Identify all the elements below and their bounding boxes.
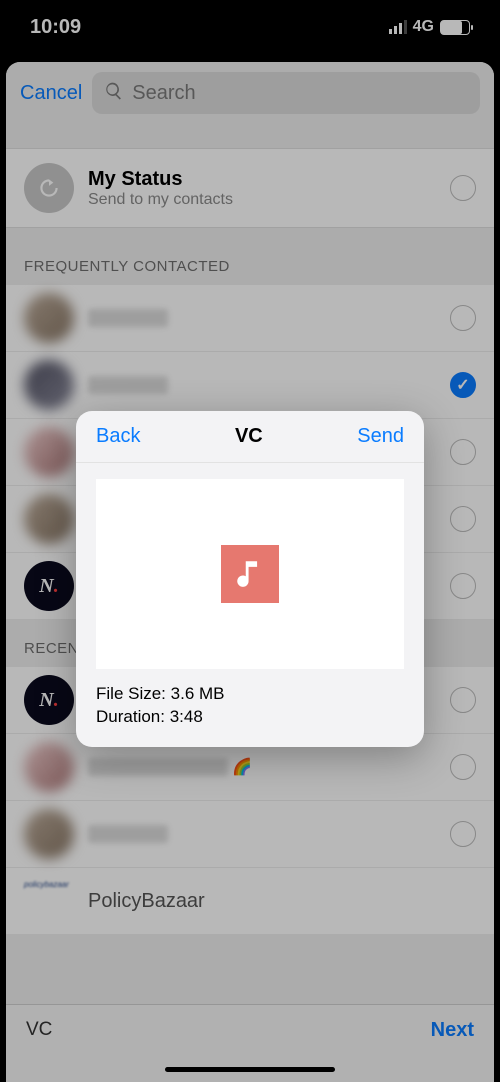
music-icon xyxy=(221,545,279,603)
modal-title: VC xyxy=(235,425,263,448)
modal-header: Back VC Send xyxy=(76,411,424,463)
filesize-value: 3.6 MB xyxy=(171,684,225,703)
file-info: File Size: 3.6 MB Duration: 3:48 xyxy=(76,683,424,729)
file-preview-modal: Back VC Send File Size: 3.6 MB Duration:… xyxy=(76,411,424,747)
back-button[interactable]: Back xyxy=(96,425,140,448)
home-indicator[interactable] xyxy=(165,1067,335,1072)
duration-value: 3:48 xyxy=(170,707,203,726)
duration-label: Duration: xyxy=(96,707,170,726)
filesize-label: File Size: xyxy=(96,684,171,703)
send-button[interactable]: Send xyxy=(357,425,404,448)
file-preview xyxy=(96,479,404,669)
